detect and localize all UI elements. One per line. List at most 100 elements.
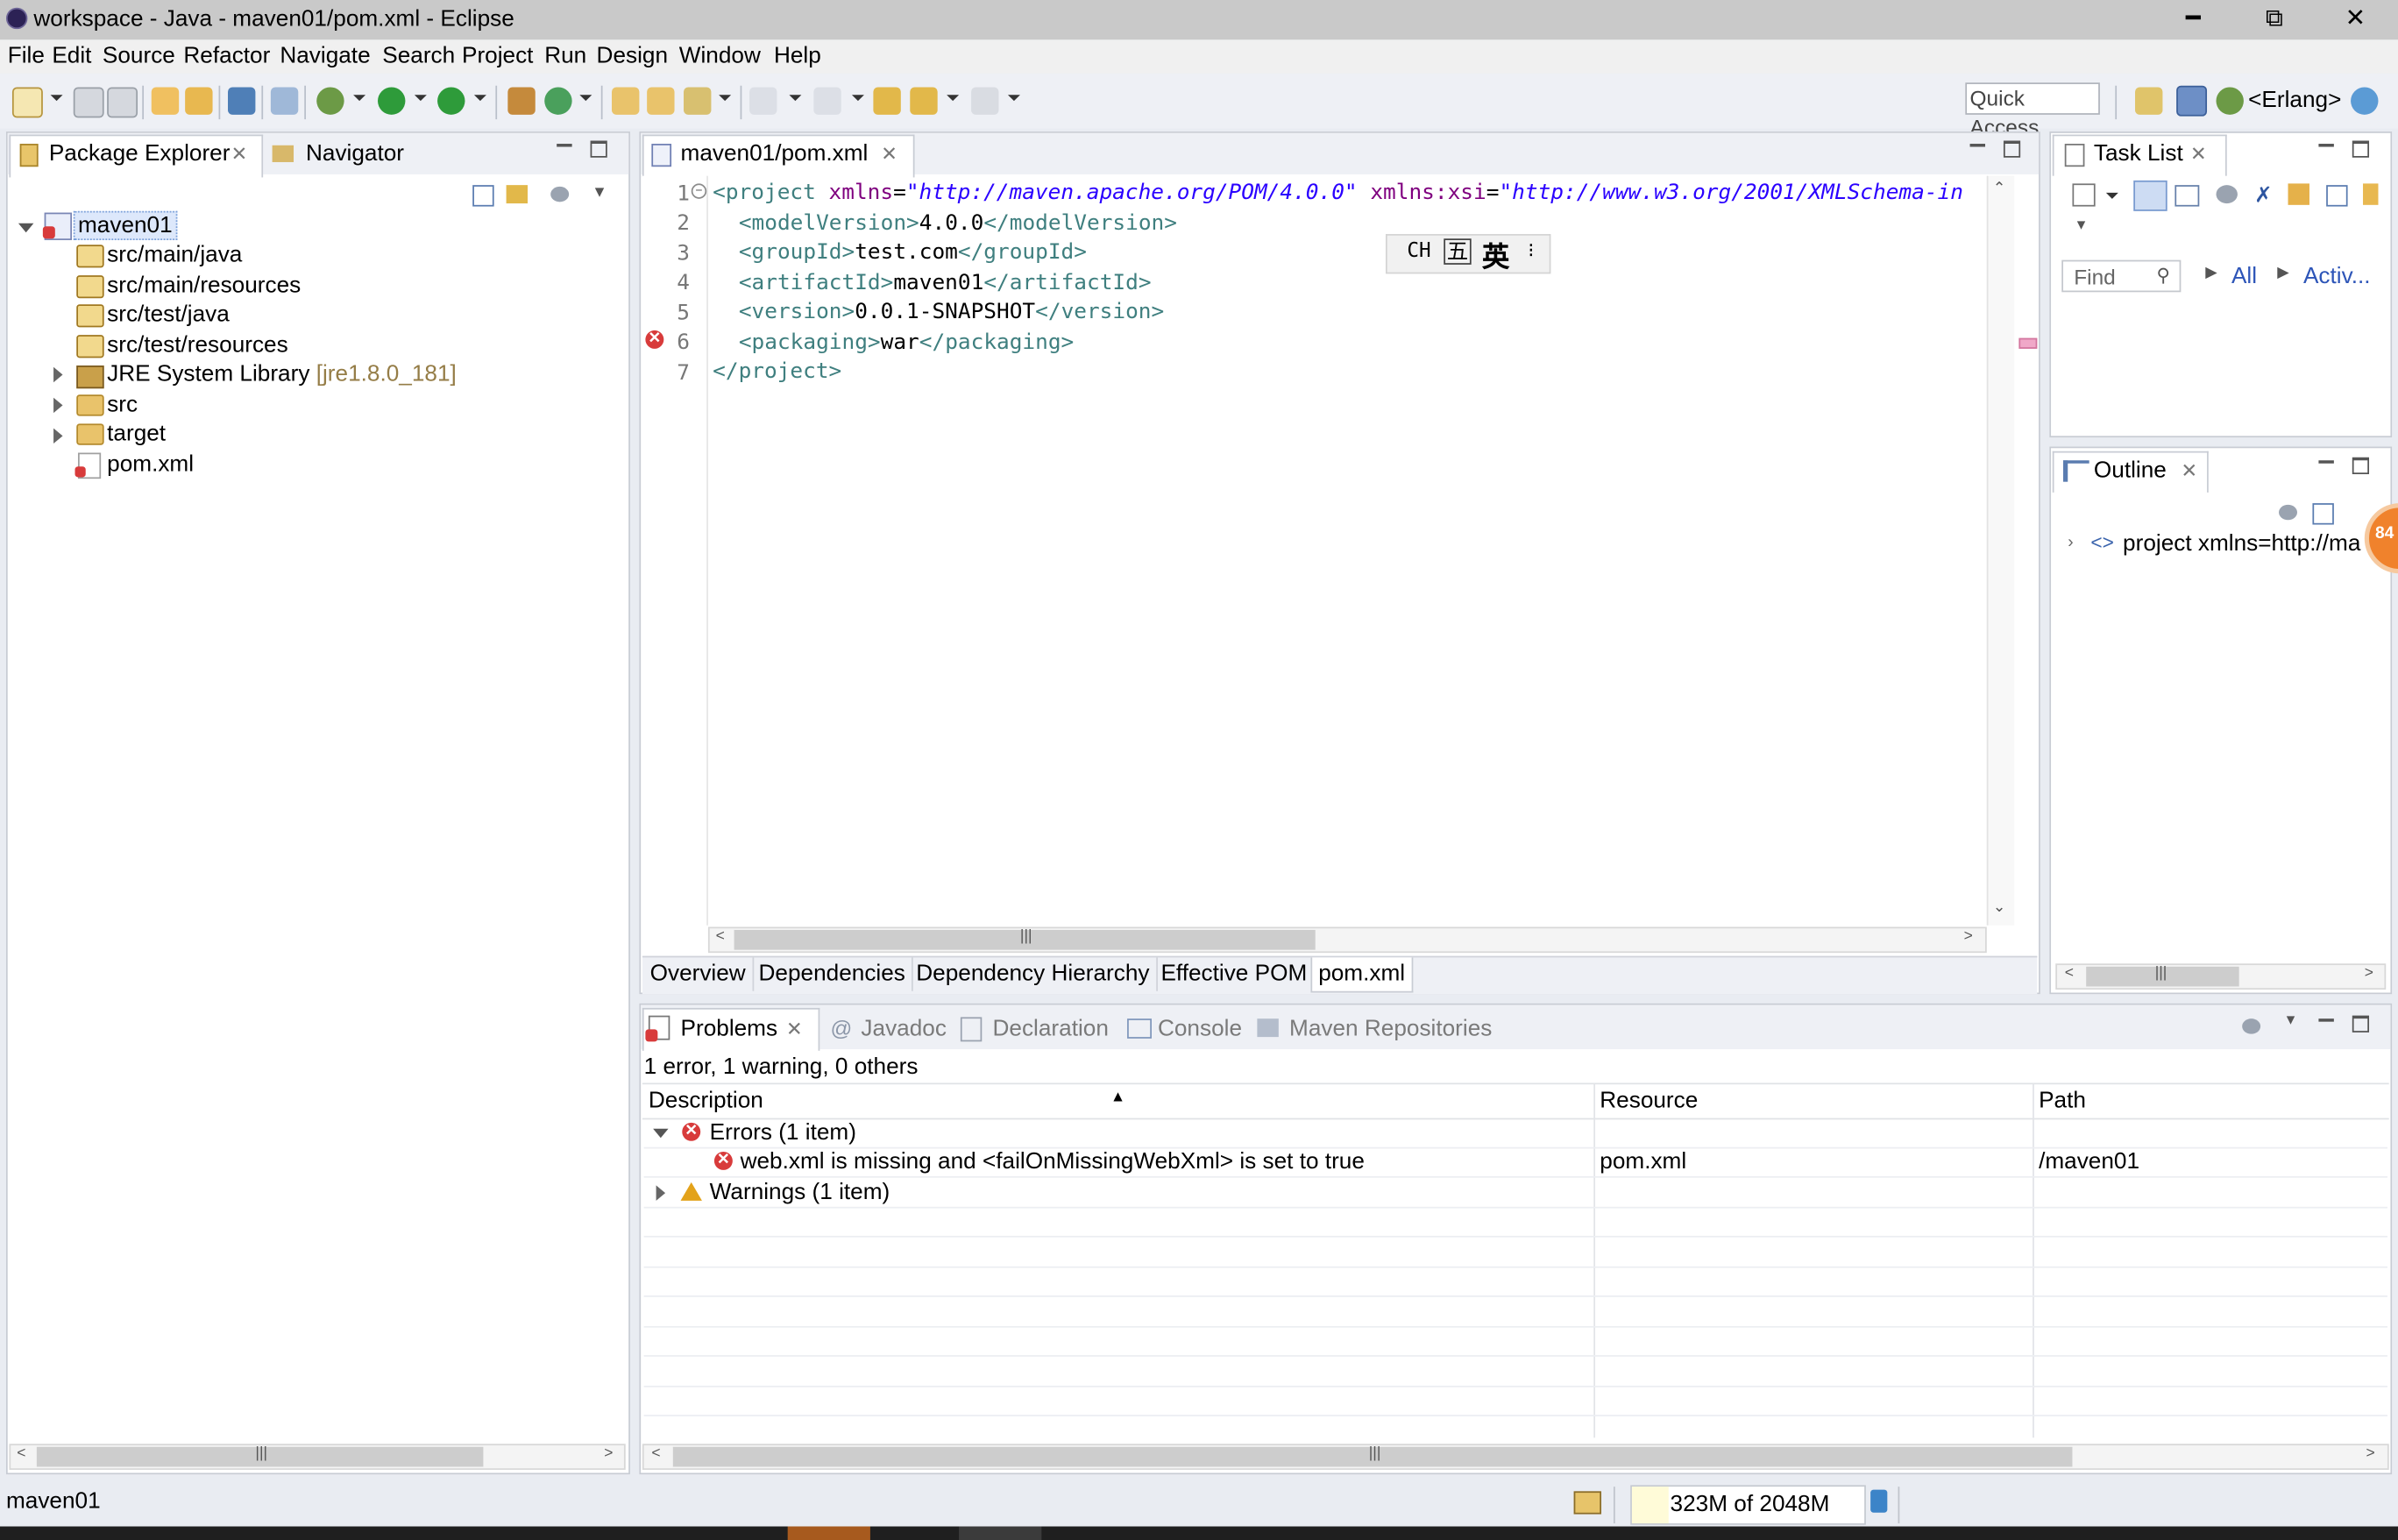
tab-declaration[interactable]: Declaration: [993, 1016, 1109, 1042]
new-task-icon[interactable]: [2072, 183, 2096, 207]
column-path[interactable]: Path: [2039, 1088, 2086, 1114]
search-torch-icon[interactable]: [684, 87, 712, 115]
minimize-icon[interactable]: [2318, 1018, 2334, 1022]
run-icon[interactable]: [378, 87, 406, 115]
maximize-icon[interactable]: [2352, 457, 2370, 474]
collapse-icon[interactable]: [2312, 503, 2334, 525]
tree-item-maven01[interactable]: maven01: [73, 210, 177, 240]
scroll-right-icon[interactable]: >: [2365, 965, 2373, 982]
new-task-dropdown-icon[interactable]: [2105, 192, 2118, 199]
open-folder-icon[interactable]: [612, 87, 640, 115]
column-resource[interactable]: Resource: [1600, 1088, 1698, 1114]
last-edit-icon[interactable]: [873, 87, 901, 115]
view-menu-icon[interactable]: ▾: [2287, 1010, 2295, 1029]
external-dropdown-icon[interactable]: [473, 95, 486, 102]
hide-completed-icon[interactable]: [2216, 185, 2238, 204]
menu-run[interactable]: Run: [544, 43, 586, 69]
close-editor-icon[interactable]: ✕: [881, 142, 897, 167]
maximize-icon[interactable]: [590, 140, 607, 158]
sync-icon[interactable]: [2288, 183, 2309, 205]
scroll-left-icon[interactable]: <: [716, 928, 725, 945]
scroll-left-icon[interactable]: <: [651, 1445, 660, 1462]
debug-perspective-icon[interactable]: [2216, 87, 2244, 115]
forward-dropdown-icon[interactable]: [1007, 95, 1020, 102]
code-line-7[interactable]: </project>: [713, 359, 841, 384]
expand-errors-icon[interactable]: [653, 1128, 669, 1139]
open-perspective-icon[interactable]: [2135, 87, 2163, 115]
filter-icon[interactable]: [2242, 1018, 2261, 1034]
team-perspective-icon[interactable]: [2351, 87, 2379, 115]
tab-dependency-hierarchy[interactable]: Dependency Hierarchy: [910, 957, 1158, 991]
prev-annotation-dropdown-icon[interactable]: [851, 95, 864, 102]
minimize-icon[interactable]: [2318, 460, 2334, 464]
run-external-icon[interactable]: [437, 87, 465, 115]
menu-search[interactable]: Search: [382, 43, 455, 69]
code-line-2[interactable]: <modelVersion>4.0.0</modelVersion>: [739, 211, 1177, 236]
restore-button[interactable]: ⧉: [2234, 0, 2314, 39]
editor-vscrollbar[interactable]: [1986, 175, 2015, 926]
new-class-dropdown-icon[interactable]: [579, 95, 592, 102]
scroll-right-icon[interactable]: >: [604, 1445, 613, 1462]
tab-pom-xml[interactable]: pom.xml: [1310, 957, 1413, 993]
expand-warnings-icon[interactable]: [656, 1185, 666, 1201]
new-dropdown-icon[interactable]: [50, 95, 63, 102]
minimize-icon[interactable]: [2318, 144, 2334, 147]
java-perspective-icon[interactable]: [2176, 85, 2208, 117]
filters-icon[interactable]: [550, 186, 570, 202]
tab-maven-repositories[interactable]: Maven Repositories: [1289, 1016, 1492, 1042]
focus-icon[interactable]: ✗: [2254, 182, 2272, 209]
categorized-icon[interactable]: [2133, 180, 2167, 211]
link-editor-icon[interactable]: [506, 185, 529, 204]
open-task-icon[interactable]: [647, 87, 675, 115]
menu-project[interactable]: Project: [462, 43, 533, 69]
menu-file[interactable]: File: [8, 43, 45, 69]
scroll-up-icon[interactable]: ⌃: [1993, 181, 2006, 197]
error-resource[interactable]: pom.xml: [1600, 1148, 1686, 1175]
close-package-explorer-icon[interactable]: ✕: [231, 142, 247, 167]
tree-item-src[interactable]: src: [107, 392, 138, 418]
sort-ascending-icon[interactable]: ▲: [1110, 1089, 1125, 1105]
warnings-group[interactable]: Warnings (1 item): [710, 1179, 890, 1205]
debug-icon[interactable]: [316, 87, 344, 115]
outline-expand-icon[interactable]: ›: [2068, 534, 2073, 552]
close-button[interactable]: ✕: [2316, 0, 2395, 39]
open-resource-icon[interactable]: [185, 87, 213, 115]
tab-dependencies[interactable]: Dependencies: [753, 957, 913, 991]
tab-navigator[interactable]: Navigator: [306, 141, 404, 167]
expand-maven01-icon[interactable]: [18, 223, 34, 233]
overview-error-marker[interactable]: [2018, 337, 2038, 349]
column-description[interactable]: Description: [649, 1088, 763, 1114]
minimize-button[interactable]: ━: [2153, 0, 2233, 39]
tab-console[interactable]: Console: [1158, 1016, 1242, 1042]
run-dropdown-icon[interactable]: [414, 95, 427, 102]
debug-dropdown-icon[interactable]: [353, 95, 366, 102]
search-dropdown-icon[interactable]: [719, 95, 732, 102]
code-line-6[interactable]: <packaging>war</packaging>: [739, 330, 1074, 355]
ime-wubi[interactable]: 五: [1444, 238, 1472, 265]
tree-item-src-main-resources[interactable]: src/main/resources: [107, 273, 301, 299]
expand-jre-icon[interactable]: [53, 366, 63, 383]
next-annotation-icon[interactable]: [749, 87, 777, 115]
tree-item-src-test-java[interactable]: src/test/java: [107, 302, 230, 328]
tree-item-target[interactable]: target: [107, 421, 166, 447]
maximize-icon[interactable]: [2352, 140, 2370, 158]
tree-item-jre-system-library[interactable]: JRE System Library [jre1.8.0_181]: [107, 361, 457, 387]
filter-icon[interactable]: [2279, 504, 2297, 521]
fold-icon[interactable]: −: [691, 183, 707, 199]
next-annotation-dropdown-icon[interactable]: [789, 95, 802, 102]
garbage-collect-icon[interactable]: [1870, 1489, 1888, 1513]
new-java-package-icon[interactable]: [507, 87, 536, 115]
view-menu-icon[interactable]: ▾: [2077, 214, 2086, 234]
maximize-icon[interactable]: [2003, 140, 2021, 158]
skip-breakpoints-icon[interactable]: [270, 87, 299, 115]
task-all-link[interactable]: All: [2231, 263, 2257, 289]
errors-group[interactable]: Errors (1 item): [710, 1119, 856, 1146]
close-outline-icon[interactable]: ✕: [2181, 459, 2197, 484]
back-dropdown-icon[interactable]: [947, 95, 960, 102]
menu-source[interactable]: Source: [103, 43, 175, 69]
error-marker-icon[interactable]: ✕: [645, 330, 664, 349]
task-activate-link[interactable]: Activ...: [2303, 263, 2371, 289]
menu-refactor[interactable]: Refactor: [183, 43, 270, 69]
close-task-list-icon[interactable]: ✕: [2190, 142, 2207, 167]
code-line-1[interactable]: <project xmlns="http://maven.apache.org/…: [713, 181, 1963, 205]
